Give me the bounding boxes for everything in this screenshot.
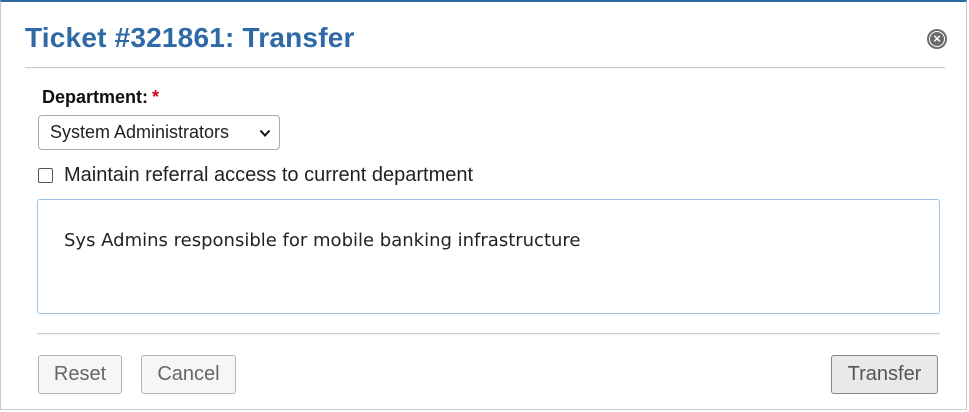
comments-text: Sys Admins responsible for mobile bankin… <box>64 230 581 251</box>
department-select[interactable]: System Administrators <box>38 115 280 150</box>
department-select-value: System Administrators <box>50 122 230 142</box>
referral-access-label[interactable]: Maintain referral access to current depa… <box>64 164 473 187</box>
comments-textarea[interactable]: Sys Admins responsible for mobile bankin… <box>37 199 940 314</box>
close-glyph: × <box>933 31 941 46</box>
reset-button[interactable]: Reset <box>38 355 122 394</box>
referral-access-row[interactable]: Maintain referral access to current depa… <box>38 164 473 186</box>
referral-access-checkbox[interactable] <box>38 167 53 183</box>
dialog-title: Ticket #321861: Transfer <box>25 22 355 53</box>
footer-divider <box>37 333 940 334</box>
department-label-text: Department: <box>42 87 149 107</box>
header-divider <box>25 67 945 68</box>
transfer-button[interactable]: Transfer <box>831 355 938 394</box>
chevron-down-icon <box>259 129 271 137</box>
close-icon[interactable]: × <box>927 29 947 49</box>
required-marker: * <box>152 87 160 107</box>
transfer-dialog: Ticket #321861: Transfer × Department: * … <box>0 0 967 410</box>
cancel-button[interactable]: Cancel <box>141 355 236 394</box>
department-label: Department: * <box>42 87 159 108</box>
